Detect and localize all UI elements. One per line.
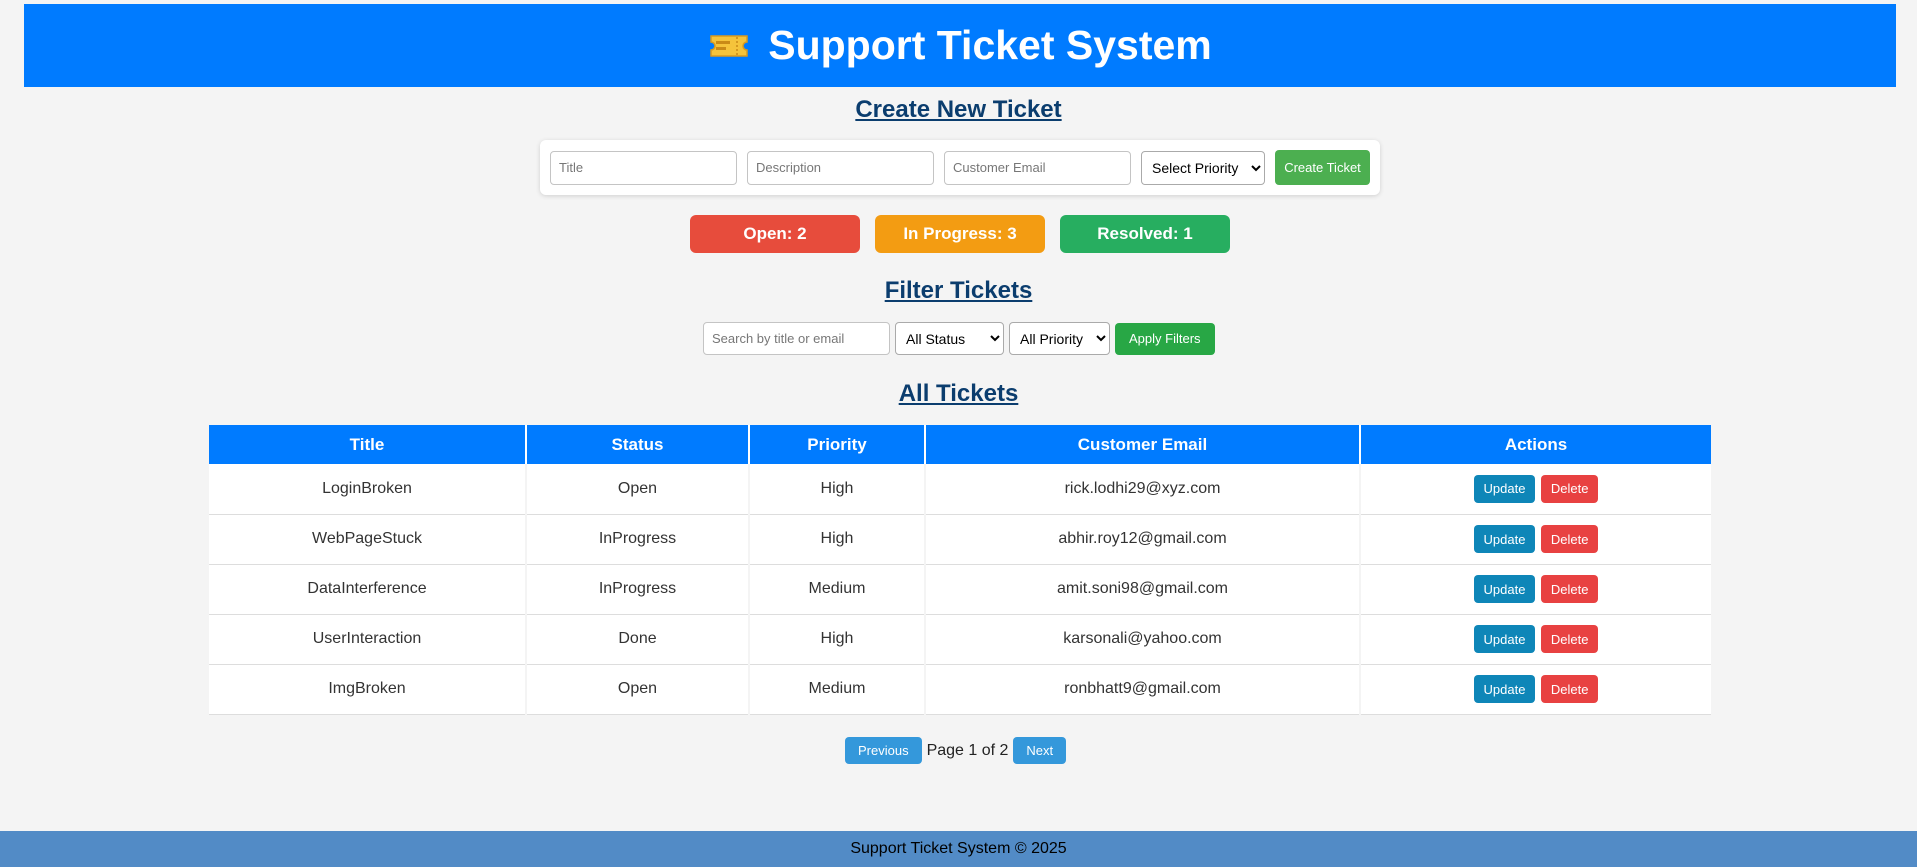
update-button[interactable]: Update [1473,525,1536,553]
column-header-title: Title [209,425,527,464]
ticket-priority-cell: High [749,464,926,515]
ticket-stats: Open: 2 In Progress: 3 Resolved: 1 [690,215,1230,253]
customer-email-input[interactable] [944,150,1131,185]
column-header-priority: Priority [749,425,926,464]
page-title-text: Support Ticket System [768,22,1212,68]
table-row: UserInteraction Done High karsonali@yaho… [209,614,1711,665]
ticket-status-cell: Open [526,664,750,715]
ticket-email-cell: karsonali@yahoo.com [925,614,1361,665]
ticket-priority-cell: High [749,514,926,565]
ticket-title-cell: WebPageStuck [209,514,527,565]
stat-in-progress-badge: In Progress: 3 [875,215,1045,253]
create-ticket-button[interactable]: Create Ticket [1275,150,1370,185]
previous-page-button[interactable]: Previous [845,737,922,764]
all-tickets-heading: All Tickets [898,380,1019,407]
ticket-email-cell: rick.lodhi29@xyz.com [925,464,1361,515]
ticket-status-cell: InProgress [526,564,750,615]
update-button[interactable]: Update [1473,625,1536,653]
filter-tickets-heading: Filter Tickets [884,277,1033,304]
footer: Support Ticket System © 2025 [0,831,1917,867]
ticket-icon [710,34,748,57]
ticket-actions-cell: Update Delete [1360,514,1711,565]
table-row: WebPageStuck InProgress High abhir.roy12… [209,514,1711,565]
footer-text: Support Ticket System © 2025 [850,840,1067,857]
table-header-row: Title Status Priority Customer Email Act… [209,425,1711,464]
delete-button[interactable]: Delete [1540,675,1599,703]
ticket-actions-cell: Update Delete [1360,464,1711,515]
update-button[interactable]: Update [1473,575,1536,603]
status-filter-select[interactable]: All Status [895,322,1004,355]
title-input[interactable] [550,150,737,185]
ticket-actions-cell: Update Delete [1360,564,1711,615]
description-input[interactable] [747,150,934,185]
stat-open-badge: Open: 2 [690,215,860,253]
page-title: Support Ticket System [708,22,1212,69]
ticket-title-cell: LoginBroken [209,464,527,515]
delete-button[interactable]: Delete [1540,575,1599,603]
column-header-actions: Actions [1360,425,1711,464]
next-page-button[interactable]: Next [1013,737,1067,764]
create-ticket-heading: Create New Ticket [855,96,1062,123]
ticket-actions-cell: Update Delete [1360,614,1711,665]
ticket-title-cell: UserInteraction [209,614,527,665]
ticket-status-cell: InProgress [526,514,750,565]
ticket-priority-cell: High [749,614,926,665]
filter-bar: All Status All Priority Apply Filters [703,322,1215,355]
app-header: Support Ticket System [24,4,1896,87]
pagination: Previous Page 1 of 2 Next [845,737,1067,764]
table-row: LoginBroken Open High rick.lodhi29@xyz.c… [209,464,1711,515]
ticket-priority-cell: Medium [749,564,926,615]
page-indicator: Page 1 of 2 [926,741,1009,759]
ticket-status-cell: Done [526,614,750,665]
tickets-table: Title Status Priority Customer Email Act… [209,425,1711,715]
column-header-status: Status [526,425,750,464]
priority-filter-select[interactable]: All Priority [1009,322,1110,355]
table-row: ImgBroken Open Medium ronbhatt9@gmail.co… [209,664,1711,715]
stat-resolved-badge: Resolved: 1 [1060,215,1230,253]
table-row: DataInterference InProgress Medium amit.… [209,564,1711,615]
create-ticket-form: Select Priority Create Ticket [540,140,1380,195]
ticket-title-cell: DataInterference [209,564,527,615]
apply-filters-button[interactable]: Apply Filters [1115,322,1215,355]
delete-button[interactable]: Delete [1540,525,1599,553]
ticket-email-cell: amit.soni98@gmail.com [925,564,1361,615]
delete-button[interactable]: Delete [1540,625,1599,653]
update-button[interactable]: Update [1473,474,1536,503]
ticket-actions-cell: Update Delete [1360,664,1711,715]
delete-button[interactable]: Delete [1540,474,1599,503]
ticket-email-cell: abhir.roy12@gmail.com [925,514,1361,565]
ticket-status-cell: Open [526,464,750,515]
search-input[interactable] [703,322,890,355]
ticket-title-cell: ImgBroken [209,664,527,715]
priority-select[interactable]: Select Priority [1141,150,1265,185]
ticket-priority-cell: Medium [749,664,926,715]
column-header-customer-email: Customer Email [925,425,1361,464]
page: Support Ticket System Create New Ticket … [0,0,1917,867]
update-button[interactable]: Update [1473,675,1536,703]
ticket-email-cell: ronbhatt9@gmail.com [925,664,1361,715]
